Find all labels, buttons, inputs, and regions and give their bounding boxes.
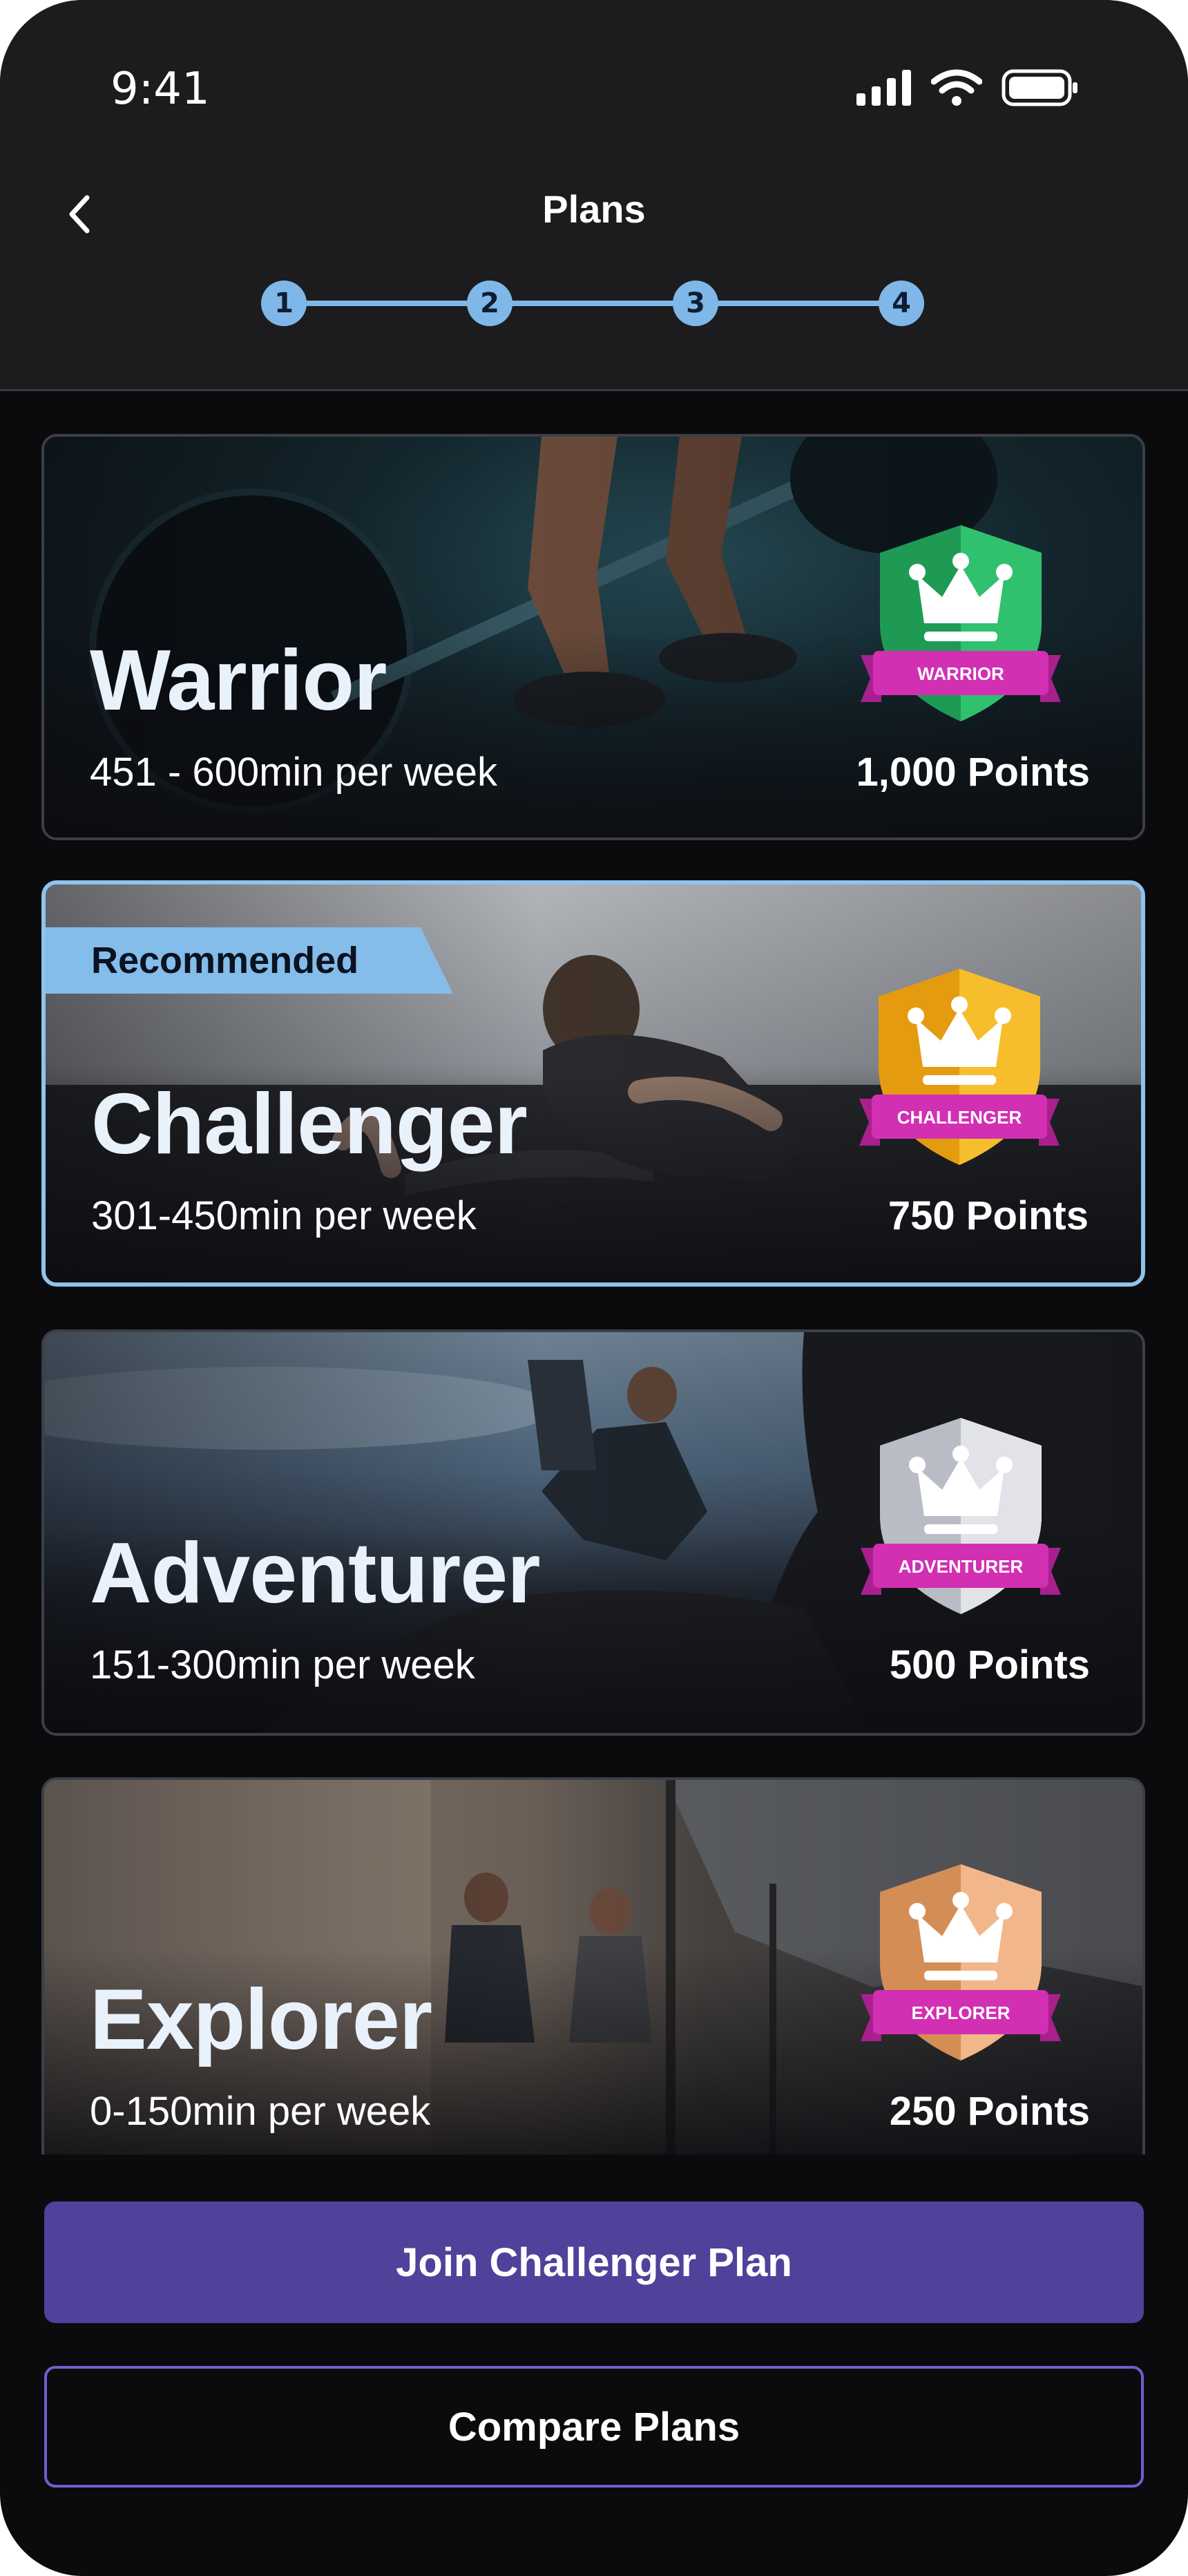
stepper-connector — [714, 301, 884, 306]
join-plan-button[interactable]: Join Challenger Plan — [44, 2201, 1144, 2323]
badge-label: EXPLORER — [911, 2002, 1010, 2023]
plan-name: Challenger — [91, 1077, 528, 1172]
plan-points: 1,000 Points — [856, 750, 1090, 795]
plan-card-adventurer[interactable]: Adventurer 151-300min per week 500 Point… — [41, 1329, 1145, 1736]
plan-points: 250 Points — [889, 2089, 1090, 2134]
plan-card-warrior[interactable]: Warrior 451 - 600min per week 1,000 Poin… — [41, 434, 1145, 840]
stepper-connector — [303, 301, 472, 306]
compare-plans-button[interactable]: Compare Plans — [44, 2366, 1144, 2488]
badge-label: WARRIOR — [917, 663, 1004, 684]
signal-icon — [856, 70, 911, 106]
stepper-connector — [508, 301, 678, 306]
plan-minutes: 151-300min per week — [90, 1642, 475, 1687]
plan-minutes: 0-150min per week — [90, 2089, 431, 2134]
plan-points: 500 Points — [889, 1642, 1090, 1687]
recommended-tag: Recommended — [46, 927, 453, 994]
plan-name: Warrior — [90, 633, 387, 728]
step-3[interactable]: 3 — [673, 281, 718, 326]
wifi-icon — [931, 69, 982, 106]
plan-name: Adventurer — [90, 1526, 540, 1621]
adventurer-badge-icon: ADVENTURER — [861, 1418, 1061, 1614]
challenger-badge-icon: CHALLENGER — [859, 969, 1060, 1165]
plan-name: Explorer — [90, 1972, 432, 2067]
badge-label: ADVENTURER — [899, 1556, 1024, 1577]
page-title: Plans — [542, 187, 646, 231]
app-header: 9:41 Plans 1 2 3 4 — [0, 0, 1188, 391]
progress-stepper: 1 2 3 4 — [261, 281, 926, 326]
plan-card-challenger[interactable]: Recommended Challenger 301-450min per we… — [41, 880, 1145, 1287]
step-4[interactable]: 4 — [879, 281, 924, 326]
badge-label: CHALLENGER — [897, 1107, 1022, 1128]
battery-icon — [1002, 69, 1077, 106]
plan-minutes: 451 - 600min per week — [90, 750, 497, 795]
list-divider — [0, 2154, 1188, 2160]
phone-screen: 9:41 Plans 1 2 3 4 Warrior 451 - 600min … — [0, 0, 1188, 2576]
warrior-badge-icon: WARRIOR — [861, 525, 1061, 721]
step-2[interactable]: 2 — [467, 281, 512, 326]
plan-minutes: 301-450min per week — [91, 1193, 477, 1238]
plan-card-explorer[interactable]: Explorer 0-150min per week 250 Points EX… — [41, 1777, 1145, 2154]
plan-points: 750 Points — [888, 1193, 1089, 1238]
step-1[interactable]: 1 — [261, 281, 307, 326]
status-time: 9:41 — [111, 64, 210, 115]
status-icons — [856, 69, 1079, 106]
explorer-badge-icon: EXPLORER — [861, 1864, 1061, 2061]
